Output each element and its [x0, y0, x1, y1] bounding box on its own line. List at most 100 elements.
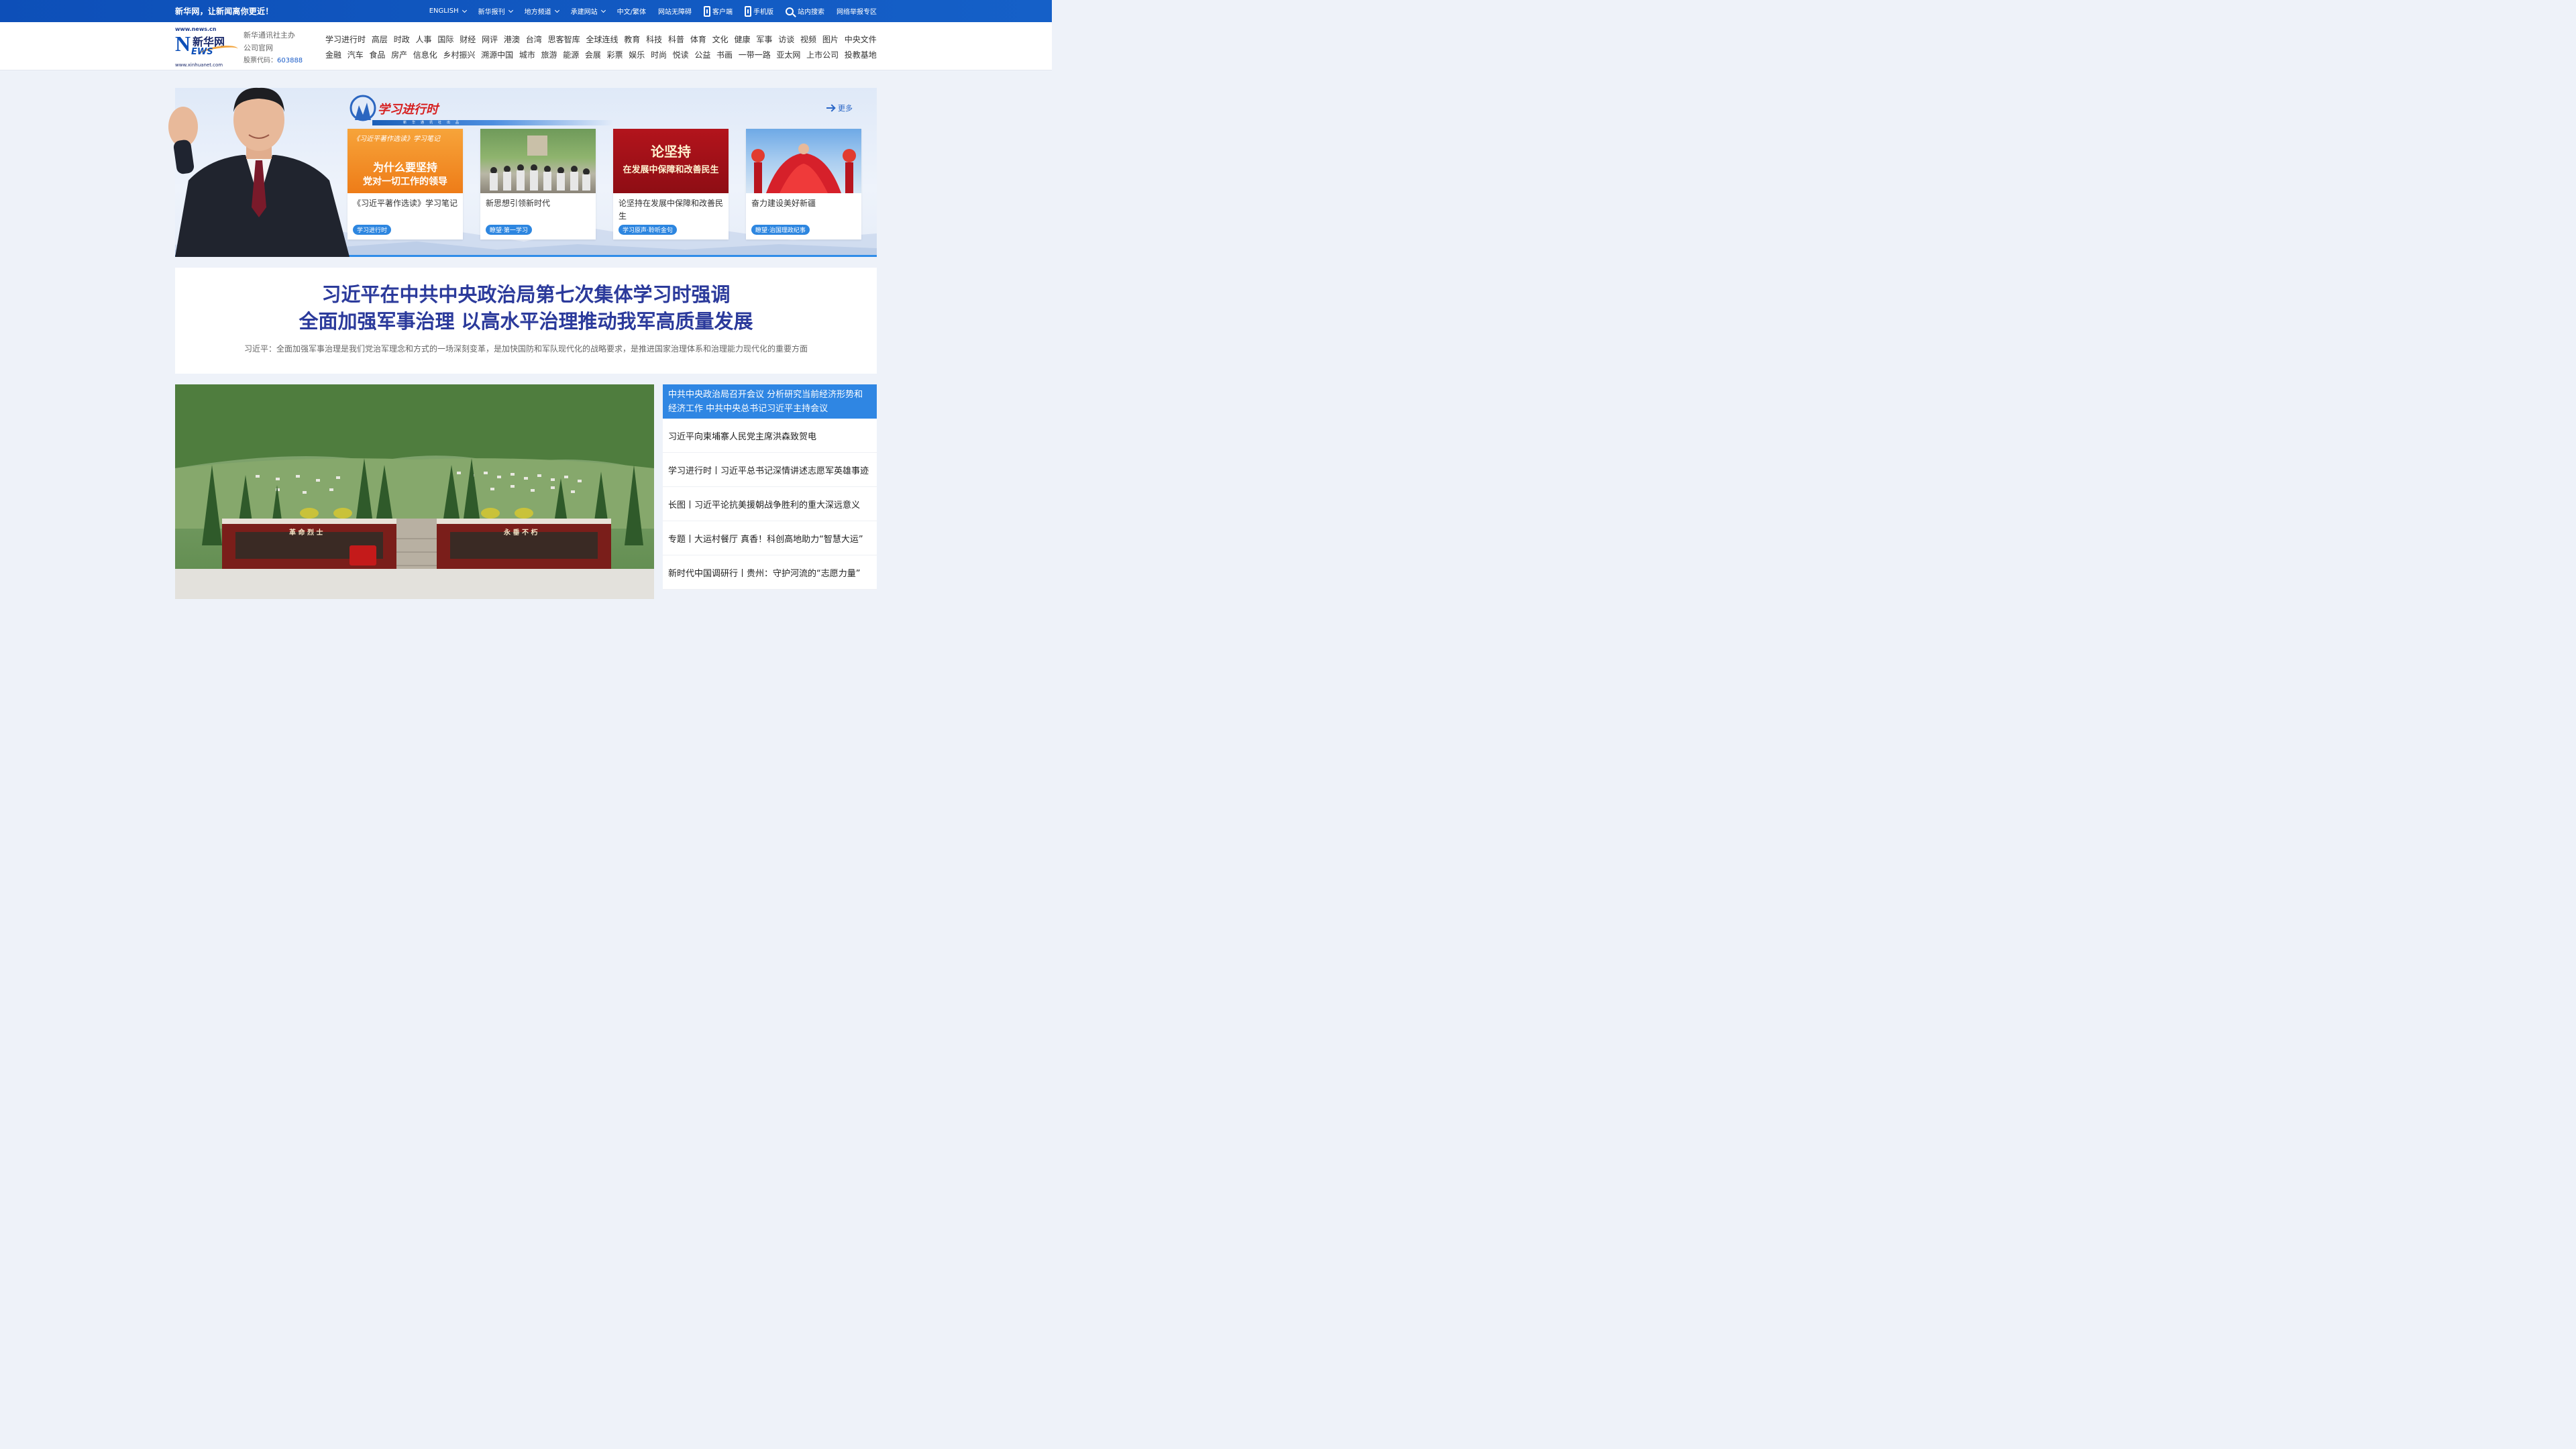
stock-code-link[interactable]: 603888	[277, 57, 303, 64]
card-tag[interactable]: 学习原声·聆听金句	[619, 225, 677, 235]
main-nav-item[interactable]: 城市	[519, 48, 535, 63]
main-nav-item[interactable]: 港澳	[504, 32, 520, 48]
main-nav-row-2: 金融 汽车 食品 房产 信息化 乡村振兴 溯源中国 城市 旅游 能源 会展 彩票 娱乐 时尚 悦读 公益 书画一…	[325, 48, 877, 63]
main-nav-item[interactable]: 文化	[712, 32, 729, 48]
topnav-client-label: 客户端	[712, 9, 733, 16]
card-image-study-notes: 《习近平著作选读》学习笔记 为什么要坚持 党对一切工作的领导	[347, 129, 463, 193]
main-nav-item[interactable]: 能源	[563, 48, 579, 63]
main-nav-item[interactable]: 健康	[735, 32, 751, 48]
news-list-item[interactable]: 专题丨大运村餐厅 真香！科创高地助力“智慧大运”	[663, 521, 877, 555]
main-nav-item[interactable]: 一带一路	[739, 48, 771, 63]
main-nav-item[interactable]: 财经	[460, 32, 476, 48]
headline-line-2: 全面加强军事治理 以高水平治理推动我军高质量发展	[299, 310, 753, 333]
card-tag[interactable]: 瞭望·第一学习	[486, 225, 532, 235]
news-list-item[interactable]: 长图丨习近平论抗美援朝战争胜利的重大深远意义	[663, 487, 877, 521]
topnav-client-app[interactable]: 客户端	[698, 5, 739, 17]
company-info: 新华通讯社主办 公司官网 股票代码：603888	[244, 29, 303, 70]
memorial-sign-right: 永 垂 不 朽	[504, 529, 538, 537]
main-nav-item[interactable]: 汽车	[347, 48, 364, 63]
main-nav-item[interactable]: 时政	[394, 32, 410, 48]
topnav-accessibility-label: 网站无障碍	[658, 9, 692, 16]
topnav-report[interactable]: 网络举报专区	[830, 6, 877, 16]
banner-card[interactable]: 新思想引领新时代 瞭望·第一学习	[480, 129, 596, 239]
main-nav-item[interactable]: 乡村振兴	[443, 48, 475, 63]
main-nav-item[interactable]: 书画	[716, 48, 733, 63]
main-nav-row-1: 学习进行时 高层 时政 人事 国际 财经 网评 港澳 台湾 思客智库 全球连线 教育 科技 科普 体育 文化健…	[325, 32, 877, 48]
main-nav-item[interactable]: 国际	[437, 32, 453, 48]
news-section: 革 命 烈 士 永 垂 不 朽 中共中央政治局召开会议 分析研究当前经济形势和经…	[175, 384, 877, 599]
topnav-language-label: 中文/繁体	[616, 9, 646, 16]
logo-n-letter: N	[175, 32, 191, 56]
card-tag[interactable]: 学习进行时	[353, 225, 392, 235]
topnav-hosted-sites[interactable]: 承建网站	[565, 6, 611, 16]
main-nav-item[interactable]: 中央文件	[845, 32, 877, 48]
main-nav-item[interactable]: 科普	[668, 32, 684, 48]
card-image-livelihood: 论坚持 在发展中保障和改善民生	[613, 129, 729, 193]
main-nav-item[interactable]: 公益	[694, 48, 710, 63]
martyrs-cemetery-photo[interactable]: 革 命 烈 士 永 垂 不 朽	[175, 384, 654, 599]
card-tag[interactable]: 瞭望·治国理政纪事	[751, 225, 810, 235]
main-nav-item[interactable]: 投教基地	[845, 48, 877, 63]
xinhuanet-logo[interactable]: www.news.cn N 新华网 EWS www.xinhuanet.com	[175, 26, 239, 68]
main-nav-item[interactable]: 高层	[372, 32, 388, 48]
topnav-site-search[interactable]: 站内搜索	[780, 6, 830, 16]
main-nav-item[interactable]: 视频	[800, 32, 816, 48]
headline-title[interactable]: 习近平在中共中央政治局第七次集体学习时强调 全面加强军事治理 以高水平治理推动我…	[175, 268, 877, 335]
topnav-mobile[interactable]: 手机版	[739, 5, 780, 17]
topnav-local-channels[interactable]: 地方频道	[519, 6, 565, 16]
site-slogan: 新华网，让新闻离你更近！	[175, 7, 274, 16]
main-nav-item[interactable]: 网评	[482, 32, 498, 48]
more-label: 更多	[838, 104, 853, 113]
main-nav-item[interactable]: 教育	[624, 32, 640, 48]
xjt-section-title: 学习进行时 新华通讯社出品	[348, 91, 616, 125]
topnav-accessibility[interactable]: 网站无障碍	[652, 6, 698, 16]
chevron-down-icon	[600, 7, 606, 13]
card-title: 《习近平著作选读》学习笔记	[353, 199, 458, 208]
main-nav-item[interactable]: 体育	[690, 32, 706, 48]
main-nav-item[interactable]: 时尚	[651, 48, 667, 63]
main-nav-item[interactable]: 信息化	[413, 48, 437, 63]
featured-news-item[interactable]: 中共中央政治局召开会议 分析研究当前经济形势和经济工作 中共中央总书记习近平主持…	[663, 384, 877, 419]
main-nav-item[interactable]: 台湾	[526, 32, 542, 48]
topnav-english[interactable]: ENGLISH	[423, 7, 472, 15]
main-nav-item[interactable]: 旅游	[541, 48, 557, 63]
main-nav-item[interactable]: 图片	[822, 32, 839, 48]
main-nav-item[interactable]: 彩票	[607, 48, 623, 63]
logo-ews-text: EWS	[191, 47, 213, 57]
news-list-item[interactable]: 新时代中国调研行丨贵州：守护河流的“志愿力量”	[663, 555, 877, 590]
xjt-subtitle: 新华通讯社出品	[403, 121, 465, 125]
main-nav-item[interactable]: 悦读	[673, 48, 689, 63]
main-nav-item[interactable]: 科技	[646, 32, 662, 48]
main-nav-item[interactable]: 溯源中国	[481, 48, 513, 63]
headline-summary: 习近平：全面加强军事治理是我们党治军理念和方式的一场深刻变革，是加快国防和军队现…	[244, 344, 808, 354]
banner-card[interactable]: 论坚持 在发展中保障和改善民生 论坚持在发展中保障和改善民生 学习原声·聆听金句	[613, 129, 729, 239]
arrow-right-icon	[826, 107, 835, 109]
main-nav-item[interactable]: 亚太网	[776, 48, 800, 63]
card-image-headline-1: 为什么要坚持	[372, 161, 437, 174]
topnav-search-label: 站内搜索	[798, 9, 824, 16]
main-nav-item[interactable]: 全球连线	[586, 32, 618, 48]
news-list-item[interactable]: 学习进行时丨习近平总书记深情讲述志愿军英雄事迹	[663, 453, 877, 487]
banner-card[interactable]: 奋力建设美好新疆 瞭望·治国理政纪事	[746, 129, 861, 239]
main-nav-item[interactable]: 人事	[416, 32, 432, 48]
main-nav-item[interactable]: 上市公司	[806, 48, 839, 63]
topnav-newspapers[interactable]: 新华报刊	[472, 6, 519, 16]
topnav-english-label: ENGLISH	[429, 7, 459, 15]
top-headline: 习近平在中共中央政治局第七次集体学习时强调 全面加强军事治理 以高水平治理推动我…	[175, 268, 877, 374]
main-nav-item[interactable]: 房产	[391, 48, 407, 63]
logo-bottom-url: www.xinhuanet.com	[175, 62, 223, 68]
topnav-language-toggle[interactable]: 中文/繁体	[611, 6, 652, 16]
chevron-down-icon	[462, 7, 467, 13]
main-nav-item[interactable]: 会展	[585, 48, 601, 63]
phone-icon	[704, 5, 710, 17]
banner-card[interactable]: 《习近平著作选读》学习笔记 为什么要坚持 党对一切工作的领导 《习近平著作选读》…	[347, 129, 463, 239]
main-nav-item[interactable]: 娱乐	[629, 48, 645, 63]
news-list-item[interactable]: 习近平向柬埔寨人民党主席洪森致贺电	[663, 419, 877, 453]
main-nav-item[interactable]: 访谈	[778, 32, 794, 48]
more-link[interactable]: 更多	[826, 103, 853, 113]
main-nav-item[interactable]: 学习进行时	[325, 32, 366, 48]
main-nav-item[interactable]: 金融	[325, 48, 341, 63]
main-nav-item[interactable]: 食品	[369, 48, 385, 63]
main-nav-item[interactable]: 思客智库	[548, 32, 580, 48]
main-nav-item[interactable]: 军事	[756, 32, 772, 48]
